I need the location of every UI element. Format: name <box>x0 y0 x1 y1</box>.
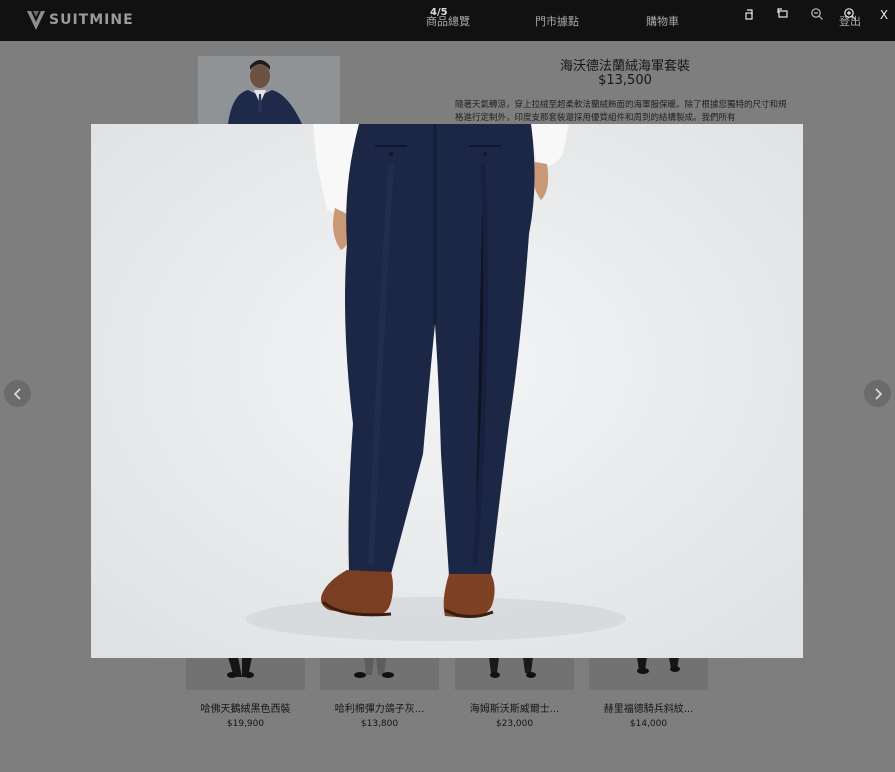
related-product-card[interactable]: 海姆斯沃斯威爾士... $23,000 <box>455 657 574 729</box>
related-product-name[interactable]: 赫里福德騎兵斜紋... <box>589 700 708 715</box>
product-price: $13,500 <box>598 73 652 88</box>
related-product-price: $23,000 <box>495 719 534 729</box>
product-main-photo <box>198 56 340 124</box>
lightbox-counter: 4/5 <box>430 7 448 18</box>
nav-item-stores[interactable]: 門市據點 <box>535 13 579 29</box>
brand-logo[interactable]: SUITMINE <box>27 9 134 31</box>
brand-name: SUITMINE <box>49 12 134 28</box>
model-photo <box>198 56 340 124</box>
next-arrow-icon[interactable] <box>864 380 891 407</box>
related-product-name[interactable]: 哈利棉彈力鴿子灰... <box>320 700 439 715</box>
related-product-image <box>589 657 708 690</box>
product-description: 隨著天氣轉涼，穿上拉絨至超柔軟法蘭絨飾面的海軍服保暖。除了根據您獨特的尺寸和規格… <box>455 100 787 123</box>
lightbox-image <box>91 124 803 658</box>
product-title: 海沃德法蘭絨海軍套裝 <box>559 59 690 74</box>
related-product-price: $19,900 <box>226 719 265 729</box>
related-product-name[interactable]: 哈佛天鵝絨黑色西裝 <box>186 700 305 715</box>
related-product-card[interactable]: 赫里福德騎兵斜紋... $14,000 <box>589 657 708 729</box>
zoom-in-icon[interactable] <box>842 7 858 23</box>
related-product-price: $13,800 <box>360 719 399 729</box>
product-detail-photo <box>91 124 803 658</box>
related-product-image <box>455 657 574 690</box>
close-icon[interactable]: X <box>876 7 892 23</box>
zoom-out-icon[interactable] <box>809 7 825 23</box>
related-product-price: $14,000 <box>629 719 668 729</box>
related-product-card[interactable]: 哈利棉彈力鴿子灰... $13,800 <box>320 657 439 729</box>
related-product-image <box>320 657 439 690</box>
fullscreen-icon[interactable] <box>775 7 791 23</box>
related-product-image <box>186 657 305 690</box>
related-product-name[interactable]: 海姆斯沃斯威爾士... <box>455 700 574 715</box>
related-product-card[interactable]: 哈佛天鵝絨黑色西裝 $19,900 <box>186 657 305 729</box>
prev-arrow-icon[interactable] <box>4 380 31 407</box>
rotate-icon[interactable] <box>742 7 758 23</box>
nav-item-cart[interactable]: 購物車 <box>646 13 679 29</box>
logo-v-icon <box>27 11 45 30</box>
